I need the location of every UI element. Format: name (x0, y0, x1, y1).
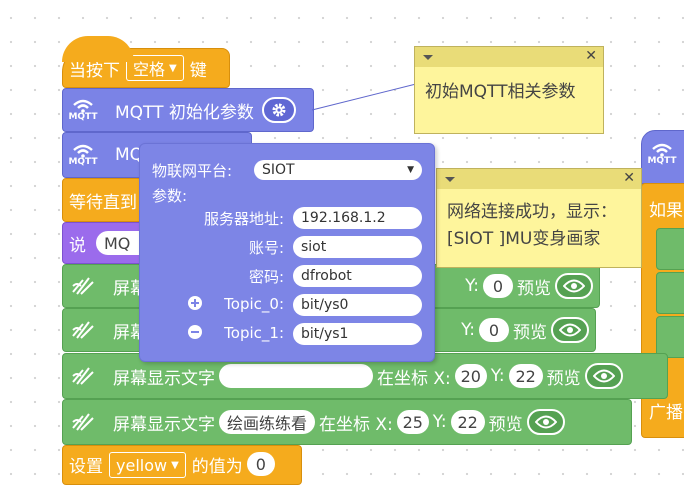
topic1-input[interactable]: bit/ys1 (293, 323, 422, 345)
chevron-down-icon: ▼ (407, 165, 414, 175)
preview-label-4: 预览 (488, 414, 523, 435)
pen-icon (63, 362, 103, 391)
right-inner-green-2[interactable] (656, 272, 684, 314)
params-label: 参数: (152, 187, 188, 205)
preview-label-1: 预览 (517, 278, 551, 299)
note-header[interactable]: ✕ (437, 169, 641, 189)
y-input-4[interactable]: 22 (450, 410, 485, 434)
mqtt-init-block[interactable]: MQTT MQTT 初始化参数 (62, 88, 314, 132)
variable-dropdown[interactable]: yellow ▼ (109, 452, 186, 478)
hat-top-curve (62, 36, 134, 62)
y-label-3: Y: (490, 366, 505, 386)
event-suffix: 键 (189, 60, 207, 81)
comment-note-2[interactable]: ✕ 网络连接成功，显示： [SIOT ]MU变身画家 (436, 168, 642, 268)
y-label-2: Y: (461, 320, 475, 340)
say-label: 说 (69, 235, 86, 256)
pen-icon (63, 408, 103, 437)
pen-icon (63, 316, 103, 345)
screen-text-input-1[interactable] (219, 364, 373, 388)
topic0-input[interactable]: bit/ys0 (293, 294, 422, 316)
key-dropdown[interactable]: 空格 ▼ (126, 55, 184, 81)
coord-label-2: 在坐标 X: (319, 414, 393, 435)
platform-label: 物联网平台: (152, 162, 233, 180)
set-value-input[interactable]: 0 (246, 452, 275, 476)
collapse-triangle-icon[interactable] (445, 177, 455, 182)
eye-icon[interactable] (584, 363, 623, 389)
right-if-block[interactable]: 如果 广播 (641, 183, 684, 438)
y-label-4: Y: (432, 412, 447, 432)
mqtt-settings-popup[interactable]: 物联网平台: SIOT ▼ 参数: 服务器地址: 192.168.1.2 账号:… (139, 143, 435, 362)
wifi-mqtt-icon: MQTT (642, 143, 682, 166)
server-label: 服务器地址: (203, 210, 284, 228)
right-inner-green-3[interactable] (656, 316, 684, 358)
broadcast-label: 广播 (649, 403, 683, 423)
if-label: 如果 (649, 201, 683, 221)
screen-text-input-2[interactable]: 绘画练练看 (219, 410, 316, 434)
x-input-4[interactable]: 25 (396, 410, 429, 434)
eye-icon[interactable] (526, 409, 565, 435)
account-label: 账号: (248, 239, 284, 257)
wifi-mqtt-icon: MQTT (63, 144, 103, 167)
eye-icon[interactable] (551, 317, 589, 343)
note-line-1: 网络连接成功，显示： (447, 202, 617, 222)
y-input-3[interactable]: 22 (508, 364, 543, 388)
add-topic-icon[interactable] (188, 296, 202, 310)
note-text-1[interactable]: 初始MQTT相关参数 (415, 67, 603, 118)
note-text-2: 网络连接成功，显示： [SIOT ]MU变身画家 (437, 189, 641, 265)
screen-text-block-2[interactable]: 屏幕显示文字 绘画练练看 在坐标 X: 25 Y: 22 预览 (62, 399, 632, 445)
eye-icon[interactable] (555, 273, 593, 299)
wait-label: 等待直到 (69, 192, 137, 213)
right-iot-block[interactable]: MQTT (641, 130, 684, 184)
comment-connector (311, 83, 417, 111)
chevron-down-icon: ▼ (171, 459, 179, 471)
password-input[interactable]: dfrobot (293, 265, 422, 287)
x-input-3[interactable]: 20 (454, 364, 487, 388)
y-input-2[interactable]: 0 (479, 318, 509, 342)
screen-text-label-1: 屏幕显示文字 (113, 368, 215, 389)
right-inner-green-1[interactable] (656, 228, 684, 270)
y-input-1[interactable]: 0 (483, 274, 513, 298)
note-header[interactable]: ✕ (415, 47, 603, 67)
gear-icon[interactable] (261, 97, 296, 123)
set-prefix: 设置 (69, 457, 103, 477)
coord-label-1: 在坐标 X: (377, 368, 451, 389)
topic0-label: Topic_0: (224, 295, 284, 313)
pen-icon (63, 272, 103, 301)
topic1-label: Topic_1: (224, 324, 284, 342)
password-label: 密码: (248, 268, 284, 286)
close-icon[interactable]: ✕ (585, 48, 597, 64)
preview-label-2: 预览 (513, 322, 547, 343)
remove-topic-icon[interactable] (188, 325, 202, 339)
mqtt-init-label: MQTT 初始化参数 (115, 102, 254, 123)
wifi-mqtt-icon: MQTT (63, 99, 103, 122)
y-label-1: Y: (465, 276, 479, 296)
comment-note-1[interactable]: ✕ 初始MQTT相关参数 (414, 46, 604, 134)
collapse-triangle-icon[interactable] (423, 55, 433, 60)
platform-select[interactable]: SIOT ▼ (254, 160, 422, 180)
set-variable-block[interactable]: 设置 yellow ▼ 的值为 0 (62, 445, 302, 485)
screen-text-label-2: 屏幕显示文字 (113, 414, 215, 435)
set-middle: 的值为 (191, 457, 243, 477)
chevron-down-icon: ▼ (169, 62, 177, 74)
account-input[interactable]: siot (293, 236, 422, 258)
server-input[interactable]: 192.168.1.2 (293, 207, 422, 229)
note-line-2: [SIOT ]MU变身画家 (447, 229, 601, 249)
preview-label-3: 预览 (546, 368, 581, 389)
close-icon[interactable]: ✕ (623, 170, 635, 186)
